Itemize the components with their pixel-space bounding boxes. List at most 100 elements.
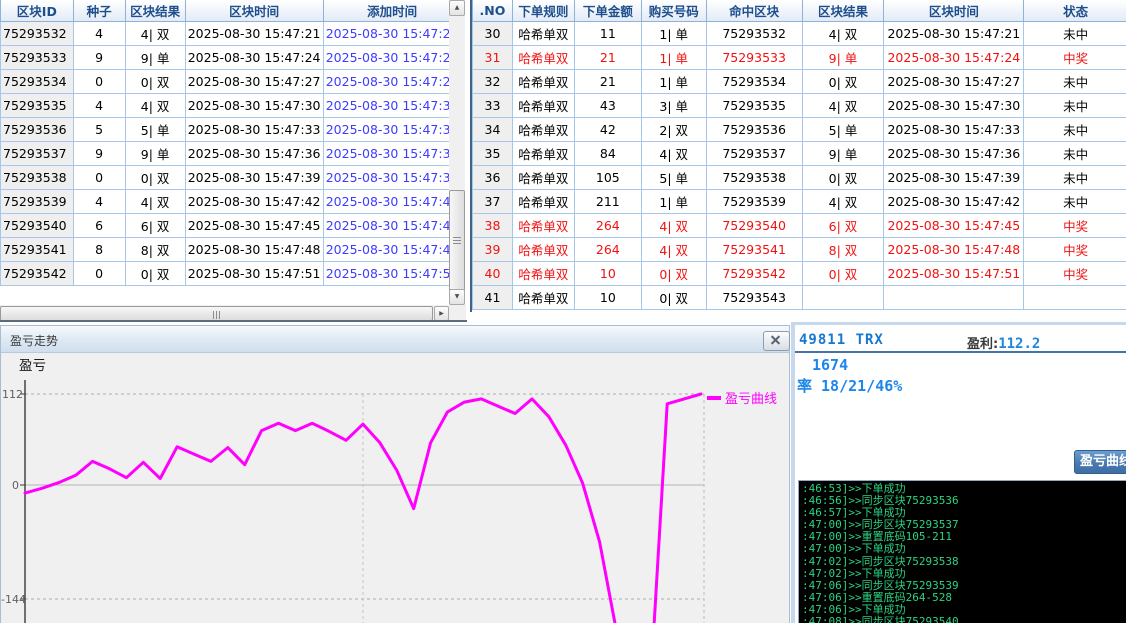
- close-icon[interactable]: [763, 331, 790, 351]
- table-cell[interactable]: 2025-08-30 15:47:30: [323, 94, 461, 118]
- table-cell[interactable]: 4| 双: [641, 238, 706, 262]
- table-row[interactable]: 7529353244| 双2025-08-30 15:47:212025-08-…: [1, 22, 462, 46]
- table-cell[interactable]: 1| 单: [641, 70, 706, 94]
- table-row[interactable]: 7529353800| 双2025-08-30 15:47:392025-08-…: [1, 166, 462, 190]
- column-header[interactable]: 区块时间: [884, 0, 1024, 22]
- table-cell[interactable]: 35: [473, 142, 513, 166]
- table-cell[interactable]: 8| 双: [125, 238, 185, 262]
- table-cell[interactable]: 2025-08-30 15:47:48: [185, 238, 323, 262]
- hscroll-thumb[interactable]: [0, 306, 433, 321]
- table-row[interactable]: 36哈希单双1055| 单752935380| 双2025-08-30 15:4…: [473, 166, 1126, 190]
- table-cell[interactable]: 75293540: [1, 214, 74, 238]
- column-header[interactable]: 区块ID: [1, 0, 74, 22]
- table-cell[interactable]: 2025-08-30 15:47:51: [323, 262, 461, 286]
- table-cell[interactable]: 75293541: [1, 238, 74, 262]
- vscroll-thumb[interactable]: [449, 190, 465, 291]
- table-cell[interactable]: 哈希单双: [512, 166, 574, 190]
- table-cell[interactable]: 0: [73, 262, 125, 286]
- table-cell[interactable]: 75293538: [1, 166, 74, 190]
- table-cell[interactable]: 31: [473, 46, 513, 70]
- scroll-up-icon[interactable]: ▲: [449, 0, 465, 16]
- table-row[interactable]: 37哈希单双2111| 单752935394| 双2025-08-30 15:4…: [473, 190, 1126, 214]
- table-cell[interactable]: 2025-08-30 15:47:27: [185, 70, 323, 94]
- table-cell[interactable]: 2025-08-30 15:47:37: [323, 142, 461, 166]
- table-cell[interactable]: 75293539: [1, 190, 74, 214]
- table-cell[interactable]: 75293536: [1, 118, 74, 142]
- table-cell[interactable]: 5| 单: [802, 118, 884, 142]
- table-row[interactable]: 33哈希单双433| 单752935354| 双2025-08-30 15:47…: [473, 94, 1126, 118]
- table-cell[interactable]: 10: [574, 286, 641, 310]
- table-row[interactable]: 40哈希单双100| 双752935420| 双2025-08-30 15:47…: [473, 262, 1126, 286]
- table-cell[interactable]: 1| 单: [641, 46, 706, 70]
- table-cell[interactable]: 4: [73, 22, 125, 46]
- table-cell[interactable]: 2025-08-30 15:47:30: [884, 94, 1024, 118]
- table-cell[interactable]: 75293535: [1, 94, 74, 118]
- table-cell[interactable]: 8: [73, 238, 125, 262]
- table-cell[interactable]: 8| 双: [802, 238, 884, 262]
- table-cell[interactable]: 39: [473, 238, 513, 262]
- table-row[interactable]: 39哈希单双2644| 双752935418| 双2025-08-30 15:4…: [473, 238, 1126, 262]
- table-cell[interactable]: 2025-08-30 15:47:45: [884, 214, 1024, 238]
- table-cell[interactable]: 2025-08-30 15:47:28: [323, 70, 461, 94]
- table-cell[interactable]: 未中: [1024, 190, 1126, 214]
- table-cell[interactable]: 75293539: [706, 190, 802, 214]
- table-cell[interactable]: 75293542: [706, 262, 802, 286]
- column-header[interactable]: 区块结果: [125, 0, 185, 22]
- table-cell[interactable]: 105: [574, 166, 641, 190]
- scroll-down-icon[interactable]: ▼: [449, 289, 465, 305]
- table-cell[interactable]: 75293534: [706, 70, 802, 94]
- table-row[interactable]: 35哈希单双844| 双752935379| 单2025-08-30 15:47…: [473, 142, 1126, 166]
- column-header[interactable]: 购买号码: [641, 0, 706, 22]
- table-cell[interactable]: 0| 双: [802, 262, 884, 286]
- table-cell[interactable]: 75293535: [706, 94, 802, 118]
- table-cell[interactable]: 6| 双: [802, 214, 884, 238]
- table-cell[interactable]: 2025-08-30 15:47:43: [323, 190, 461, 214]
- table-row[interactable]: 7529353400| 双2025-08-30 15:47:272025-08-…: [1, 70, 462, 94]
- table-cell[interactable]: 75293538: [706, 166, 802, 190]
- table-cell[interactable]: 2025-08-30 15:47:33: [185, 118, 323, 142]
- table-row[interactable]: 30哈希单双111| 单752935324| 双2025-08-30 15:47…: [473, 22, 1126, 46]
- table-cell[interactable]: 9| 单: [802, 142, 884, 166]
- column-header[interactable]: 下单规则: [512, 0, 574, 22]
- table-cell[interactable]: 21: [574, 46, 641, 70]
- table-cell[interactable]: [1024, 286, 1126, 310]
- log-console[interactable]: :46:53]>>下单成功:46:56]>>同步区块75293536:46:57…: [798, 480, 1126, 623]
- table-cell[interactable]: 40: [473, 262, 513, 286]
- table-cell[interactable]: 75293533: [706, 46, 802, 70]
- table-cell[interactable]: 2025-08-30 15:47:24: [884, 46, 1024, 70]
- table-cell[interactable]: 0: [73, 166, 125, 190]
- table-cell[interactable]: 84: [574, 142, 641, 166]
- table-cell[interactable]: 75293542: [1, 262, 74, 286]
- table-cell[interactable]: 4: [73, 190, 125, 214]
- column-header[interactable]: 种子: [73, 0, 125, 22]
- table-row[interactable]: 32哈希单双211| 单752935340| 双2025-08-30 15:47…: [473, 70, 1126, 94]
- blocks-vscrollbar[interactable]: ▲ ▼: [449, 0, 465, 305]
- column-header[interactable]: 区块时间: [185, 0, 323, 22]
- table-cell[interactable]: 75293534: [1, 70, 74, 94]
- table-cell[interactable]: 2025-08-30 15:47:42: [185, 190, 323, 214]
- table-cell[interactable]: [802, 286, 884, 310]
- table-row[interactable]: 31哈希单双211| 单752935339| 单2025-08-30 15:47…: [473, 46, 1126, 70]
- table-cell[interactable]: 中奖: [1024, 214, 1126, 238]
- table-cell[interactable]: 4| 双: [641, 142, 706, 166]
- table-cell[interactable]: 2025-08-30 15:47:36: [185, 142, 323, 166]
- table-row[interactable]: 38哈希单双2644| 双752935406| 双2025-08-30 15:4…: [473, 214, 1126, 238]
- table-cell[interactable]: 哈希单双: [512, 214, 574, 238]
- table-cell[interactable]: 0| 双: [641, 262, 706, 286]
- table-cell[interactable]: 2025-08-30 15:47:51: [185, 262, 323, 286]
- scroll-right-icon[interactable]: ▶: [434, 306, 449, 321]
- table-row[interactable]: 41哈希单双100| 双75293543: [473, 286, 1126, 310]
- table-cell[interactable]: 哈希单双: [512, 118, 574, 142]
- table-cell[interactable]: 4| 双: [641, 214, 706, 238]
- table-cell[interactable]: 38: [473, 214, 513, 238]
- table-cell[interactable]: 43: [574, 94, 641, 118]
- table-row[interactable]: 7529354188| 双2025-08-30 15:47:482025-08-…: [1, 238, 462, 262]
- table-cell[interactable]: 9: [73, 46, 125, 70]
- table-cell[interactable]: 4: [73, 94, 125, 118]
- table-cell[interactable]: 哈希单双: [512, 238, 574, 262]
- table-row[interactable]: 7529354066| 双2025-08-30 15:47:452025-08-…: [1, 214, 462, 238]
- table-cell[interactable]: 2025-08-30 15:47:30: [185, 94, 323, 118]
- table-cell[interactable]: 2025-08-30 15:47:21: [323, 22, 461, 46]
- table-cell[interactable]: 2| 双: [641, 118, 706, 142]
- table-cell[interactable]: 4| 双: [125, 190, 185, 214]
